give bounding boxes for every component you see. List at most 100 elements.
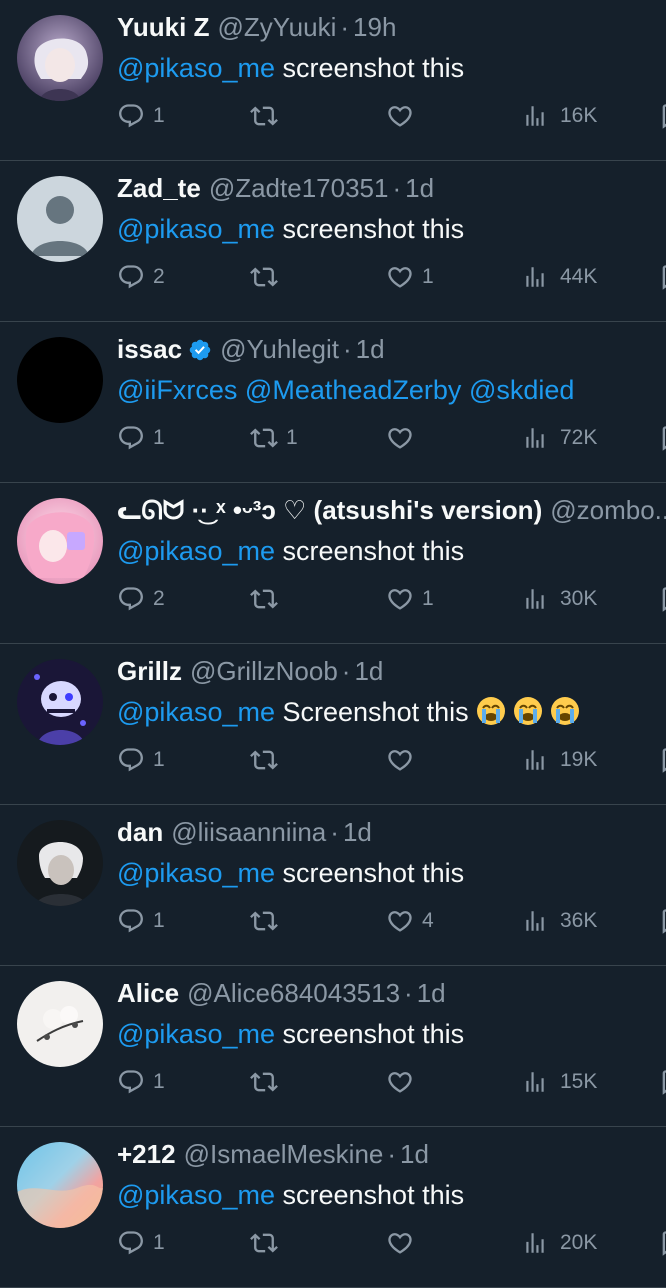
like-button[interactable] xyxy=(386,420,422,456)
reply-button[interactable]: 1 xyxy=(117,98,165,134)
display-name[interactable]: Grillz xyxy=(117,656,182,686)
like-button[interactable] xyxy=(386,98,422,134)
bookmark-button[interactable] xyxy=(658,903,666,939)
like-button[interactable] xyxy=(386,742,422,778)
reply-button[interactable]: 1 xyxy=(117,742,165,778)
view-count: 36K xyxy=(560,909,598,932)
reply-count: 1 xyxy=(153,748,165,771)
mention-link[interactable]: @pikaso_me xyxy=(117,214,275,244)
display-name[interactable]: ᓚᘏᗢ ·͜· ˣ •ᵕ³ᴐ ♡ (atsushi's version) xyxy=(117,495,542,525)
bookmark-button[interactable] xyxy=(658,742,666,778)
user-handle[interactable]: @IsmaelMeskine xyxy=(184,1139,384,1169)
reply-button[interactable]: 1 xyxy=(117,1225,165,1261)
bookmark-button[interactable] xyxy=(658,420,666,456)
tweet-4[interactable]: ᓚᘏᗢ ·͜· ˣ •ᵕ³ᴐ ♡ (atsushi's version) @zom… xyxy=(0,483,666,644)
avatar-sunset-sky[interactable] xyxy=(17,1142,103,1228)
avatar-white-flower[interactable] xyxy=(17,981,103,1067)
mention-link[interactable]: @pikaso_me xyxy=(117,536,275,566)
retweet-button[interactable] xyxy=(250,581,286,617)
mention-link[interactable]: @MeatheadZerby xyxy=(245,375,462,405)
timestamp[interactable]: 1d xyxy=(400,1139,429,1169)
views-button[interactable]: 44K xyxy=(522,259,597,295)
user-handle[interactable]: @ZyYuuki xyxy=(217,12,336,42)
tweet-7[interactable]: Alice @Alice684043513 · 1d @pikaso_me scree… xyxy=(0,966,666,1127)
retweet-button[interactable] xyxy=(250,1064,286,1100)
views-button[interactable]: 15K xyxy=(522,1064,597,1100)
tweet-text: @pikaso_me screenshot this xyxy=(117,533,656,569)
user-handle[interactable]: @GrillzNoob xyxy=(190,656,338,686)
mention-link[interactable]: @pikaso_me xyxy=(117,697,275,727)
like-button[interactable]: 4 xyxy=(386,903,434,939)
heart-icon xyxy=(388,267,412,288)
reply-button[interactable]: 1 xyxy=(117,903,165,939)
tweet-text: @iiFxrces @MeatheadZerby @skdied xyxy=(117,372,656,408)
views-button[interactable]: 36K xyxy=(522,903,597,939)
tweet-6[interactable]: dan @liisaanniina · 1d @pikaso_me screensho… xyxy=(0,805,666,966)
user-handle[interactable]: @Yuhlegit xyxy=(220,334,339,364)
like-button[interactable]: 1 xyxy=(386,581,434,617)
bookmark-button[interactable] xyxy=(658,98,666,134)
display-name[interactable]: +212 xyxy=(117,1139,176,1169)
mention-link[interactable]: @iiFxrces xyxy=(117,375,237,405)
tweet-2[interactable]: Zad_te @Zadte170351 · 1d @pikaso_me screens… xyxy=(0,161,666,322)
like-button[interactable] xyxy=(386,1225,422,1261)
user-handle[interactable]: @Alice684043513 xyxy=(187,978,400,1008)
tweet-8[interactable]: +212 @IsmaelMeskine · 1d @pikaso_me screens… xyxy=(0,1127,666,1288)
reply-button[interactable]: 1 xyxy=(117,420,165,456)
avatar-anime-dark[interactable] xyxy=(17,820,103,906)
retweet-button[interactable] xyxy=(250,1225,286,1261)
retweet-button[interactable] xyxy=(250,903,286,939)
avatar-purple-skeleton[interactable] xyxy=(17,659,103,745)
timestamp[interactable]: 1d xyxy=(417,978,446,1008)
tweet-text: @pikaso_me screenshot this xyxy=(117,1016,656,1052)
like-button[interactable]: 1 xyxy=(386,259,434,295)
bookmark-button[interactable] xyxy=(658,1064,666,1100)
retweet-button[interactable] xyxy=(250,742,286,778)
reply-icon xyxy=(119,426,143,450)
views-button[interactable]: 19K xyxy=(522,742,597,778)
display-name[interactable]: Yuuki Z xyxy=(117,12,209,42)
mention-link[interactable]: @pikaso_me xyxy=(117,1019,275,1049)
bookmark-button[interactable] xyxy=(658,1225,666,1261)
user-handle[interactable]: @liisaanniina xyxy=(171,817,326,847)
bookmark-button[interactable] xyxy=(658,581,666,617)
avatar-default-profile[interactable] xyxy=(17,176,103,262)
tweet-5[interactable]: Grillz @GrillzNoob · 1d @pikaso_me Screensh… xyxy=(0,644,666,805)
views-button[interactable]: 30K xyxy=(522,581,597,617)
timestamp[interactable]: 1d xyxy=(405,173,434,203)
display-name[interactable]: Alice xyxy=(117,978,179,1008)
avatar-pink-anime[interactable] xyxy=(17,498,103,584)
timestamp[interactable]: 1d xyxy=(354,656,383,686)
bookmark-button[interactable] xyxy=(658,259,666,295)
reply-button[interactable]: 1 xyxy=(117,1064,165,1100)
avatar-anime-white-hair[interactable] xyxy=(17,15,103,101)
display-name[interactable]: Zad_te xyxy=(117,173,201,203)
tweet-3[interactable]: issac @Yuhlegit · 1d @iiFxrces @MeatheadZer… xyxy=(0,322,666,483)
retweet-button[interactable]: 1 xyxy=(250,420,298,456)
timestamp[interactable]: 1d xyxy=(356,334,385,364)
timestamp[interactable]: 19h xyxy=(353,12,396,42)
like-button[interactable] xyxy=(386,1064,422,1100)
tweet-1[interactable]: Yuuki Z @ZyYuuki · 19h @pikaso_me screensho… xyxy=(0,0,666,161)
user-handle[interactable]: @Zadte170351 xyxy=(209,173,389,203)
mention-link[interactable]: @pikaso_me xyxy=(117,1180,275,1210)
views-button[interactable]: 72K xyxy=(522,420,597,456)
retweet-icon xyxy=(250,1233,278,1253)
reply-count: 2 xyxy=(153,265,165,288)
views-button[interactable]: 16K xyxy=(522,98,597,134)
display-name[interactable]: dan xyxy=(117,817,163,847)
avatar-black[interactable] xyxy=(17,337,103,423)
views-button[interactable]: 20K xyxy=(522,1225,597,1261)
display-name[interactable]: issac xyxy=(117,334,182,364)
mention-link[interactable]: @pikaso_me xyxy=(117,858,275,888)
separator-dot: · xyxy=(387,1139,397,1169)
mention-link[interactable]: @pikaso_me xyxy=(117,53,275,83)
user-handle[interactable]: @zombo... xyxy=(550,495,666,525)
timestamp[interactable]: 1d xyxy=(343,817,372,847)
mention-link[interactable]: @skdied xyxy=(469,375,574,405)
retweet-button[interactable] xyxy=(250,259,286,295)
reply-button[interactable]: 2 xyxy=(117,259,165,295)
retweet-button[interactable] xyxy=(250,98,286,134)
reply-button[interactable]: 2 xyxy=(117,581,165,617)
reply-feed: Yuuki Z @ZyYuuki · 19h @pikaso_me screensho… xyxy=(0,0,666,1288)
